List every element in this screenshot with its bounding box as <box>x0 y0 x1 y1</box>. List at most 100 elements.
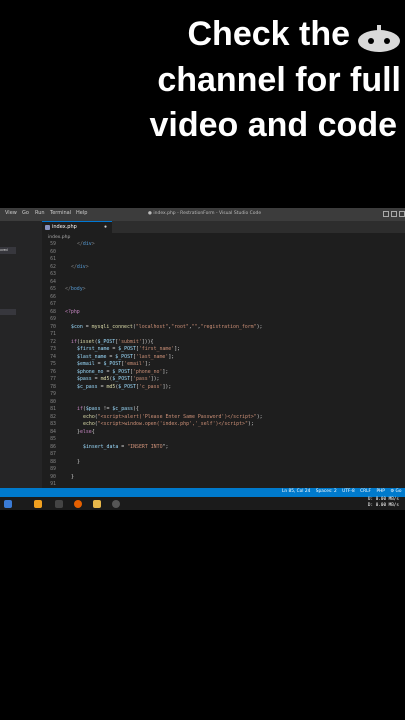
code-text: if(isset($_POST['submit'])){ <box>71 338 154 345</box>
code-line[interactable]: 65 </body> <box>42 286 405 294</box>
line-number: 66 <box>50 293 56 300</box>
code-text: $con = mysqli_connect("localhost","root"… <box>71 323 263 330</box>
line-number: 91 <box>50 481 56 487</box>
code-line[interactable]: 63 <box>42 271 405 279</box>
line-number: 75 <box>50 361 56 367</box>
line-number: 87 <box>50 451 56 457</box>
firefox-icon[interactable] <box>74 500 82 508</box>
code-line[interactable]: 77 $pass = md5($_POST['pass']); <box>42 376 405 384</box>
sidebar-highlight[interactable] <box>0 309 16 315</box>
caption-line-3: video and code <box>149 106 398 144</box>
code-line[interactable]: 81 if($pass != $c_pass){ <box>42 406 405 414</box>
code-line[interactable]: 68 <?php <box>42 309 405 317</box>
code-line[interactable]: 88} <box>42 459 405 467</box>
code-line[interactable]: 70 $con = mysqli_connect("localhost","roo… <box>42 324 405 332</box>
line-number: 63 <box>50 271 56 277</box>
layout-toggle-icon[interactable] <box>383 211 389 217</box>
code-line[interactable]: 76 $phone_no = $_POST['phone_no']; <box>42 369 405 377</box>
menu-bar: View Go Run Terminal Help ● index.php - … <box>0 208 405 221</box>
file-explorer-icon[interactable] <box>93 500 101 508</box>
code-line[interactable]: 62 </div> <box>42 264 405 272</box>
code-text: } <box>71 473 74 480</box>
upload-speed: 0.00 MB/s <box>375 497 399 502</box>
menu-help[interactable]: Help <box>76 210 87 216</box>
tab-index-php[interactable]: index.php ● <box>42 221 112 233</box>
code-line[interactable]: 85 <box>42 436 405 444</box>
line-number: 70 <box>50 323 56 330</box>
vscode-taskbar-icon[interactable] <box>55 500 63 508</box>
upload-label: U: <box>367 497 374 502</box>
window-title: ● index.php - RestrationForm - Visual St… <box>148 211 262 216</box>
code-line[interactable]: 87 <box>42 451 405 459</box>
panel-toggle-icon[interactable] <box>391 211 397 217</box>
clock-app-icon[interactable] <box>112 500 120 508</box>
line-number: 77 <box>50 376 56 382</box>
code-line[interactable]: 66 <box>42 294 405 302</box>
line-number: 74 <box>50 353 56 360</box>
robot-mascot-icon <box>358 25 400 52</box>
start-icon[interactable] <box>4 500 12 508</box>
status-items[interactable]: Ln 85, Col 24 Spaces: 2 UTF-8 CRLF PHP ⚙… <box>282 489 402 494</box>
download-speed: 0.00 MB/s <box>375 503 399 508</box>
code-line[interactable]: 73 $first_name = $_POST['first_name']; <box>42 346 405 354</box>
code-line[interactable]: 79 <box>42 391 405 399</box>
code-line[interactable]: 72 if(isset($_POST['submit'])){ <box>42 339 405 347</box>
menu-terminal[interactable]: Terminal <box>50 210 71 216</box>
code-text: $pass = md5($_POST['pass']); <box>77 376 160 382</box>
sidebar-toggle-icon[interactable] <box>399 211 405 217</box>
line-number: 83 <box>50 421 56 427</box>
menu-view[interactable]: View <box>5 210 17 216</box>
line-number: 79 <box>50 391 56 397</box>
code-line[interactable]: 82 echo("<script>alert('Please Enter Same… <box>42 414 405 422</box>
code-text: $email = $_POST['email']; <box>77 361 151 367</box>
code-text: </div> <box>71 263 89 270</box>
code-line[interactable]: 89 <box>42 466 405 474</box>
line-number: 76 <box>50 368 56 375</box>
taskbar: U: 0.00 MB/s D: 0.00 MB/s <box>0 497 405 510</box>
code-text: $insert_data = "INSERT INTO"; <box>83 443 169 450</box>
code-line[interactable]: 74 $last_name = $_POST['last_name']; <box>42 354 405 362</box>
code-line[interactable]: 75 $email = $_POST['email']; <box>42 361 405 369</box>
code-editor[interactable]: 59 </div> 60 61 62 </div> 63 64 65 </body> 66 67 68 <… <box>42 241 405 487</box>
code-line[interactable]: 90} <box>42 474 405 482</box>
code-line[interactable]: 83 echo("<script>window.open('index.php',… <box>42 421 405 429</box>
code-line[interactable]: 71 <box>42 331 405 339</box>
line-number: 90 <box>50 473 56 480</box>
code-text: $phone_no = $_POST['phone_no']; <box>77 368 169 375</box>
code-line[interactable]: 60 <box>42 249 405 257</box>
code-line[interactable]: 67 <box>42 301 405 309</box>
sidebar-selected-item[interactable]: oved <box>0 247 16 254</box>
code-text: $c_pass = md5($_POST['c_pass']); <box>77 383 172 390</box>
code-line[interactable]: 80 <box>42 399 405 407</box>
caption-line-2: channel for full <box>157 61 401 99</box>
code-text: $first_name = $_POST['first_name']; <box>77 346 181 352</box>
line-number: 60 <box>50 248 56 255</box>
code-line[interactable]: 59 </div> <box>42 241 405 249</box>
code-line[interactable]: 64 <box>42 279 405 287</box>
menu-run[interactable]: Run <box>35 210 45 216</box>
code-text: } <box>77 458 80 465</box>
code-line[interactable]: 69 <box>42 316 405 324</box>
xampp-icon[interactable] <box>34 500 42 508</box>
line-number: 85 <box>50 436 56 442</box>
line-number: 88 <box>50 458 56 465</box>
code-line[interactable]: 61 <box>42 256 405 264</box>
line-number: 89 <box>50 466 56 472</box>
explorer-sidebar: oved <box>0 221 42 500</box>
php-file-icon <box>45 225 50 230</box>
unsaved-dot-icon[interactable]: ● <box>104 224 107 230</box>
download-label: D: <box>367 503 374 508</box>
breadcrumb[interactable]: index.php <box>48 235 70 240</box>
line-number: 67 <box>50 301 56 307</box>
code-text: if($pass != $c_pass){ <box>77 406 139 412</box>
line-number: 84 <box>50 428 56 435</box>
menu-go[interactable]: Go <box>22 210 29 216</box>
code-line[interactable]: 84}else{ <box>42 429 405 437</box>
line-number: 68 <box>50 308 56 315</box>
tab-bar: index.php ● <box>42 221 405 233</box>
code-line[interactable]: 78 $c_pass = md5($_POST['c_pass']); <box>42 384 405 392</box>
caption-line-1: Check the <box>187 15 351 53</box>
code-line[interactable]: 86 $insert_data = "INSERT INTO"; <box>42 444 405 452</box>
vscode-window: View Go Run Terminal Help ● index.php - … <box>0 208 405 510</box>
line-number: 69 <box>50 316 56 322</box>
